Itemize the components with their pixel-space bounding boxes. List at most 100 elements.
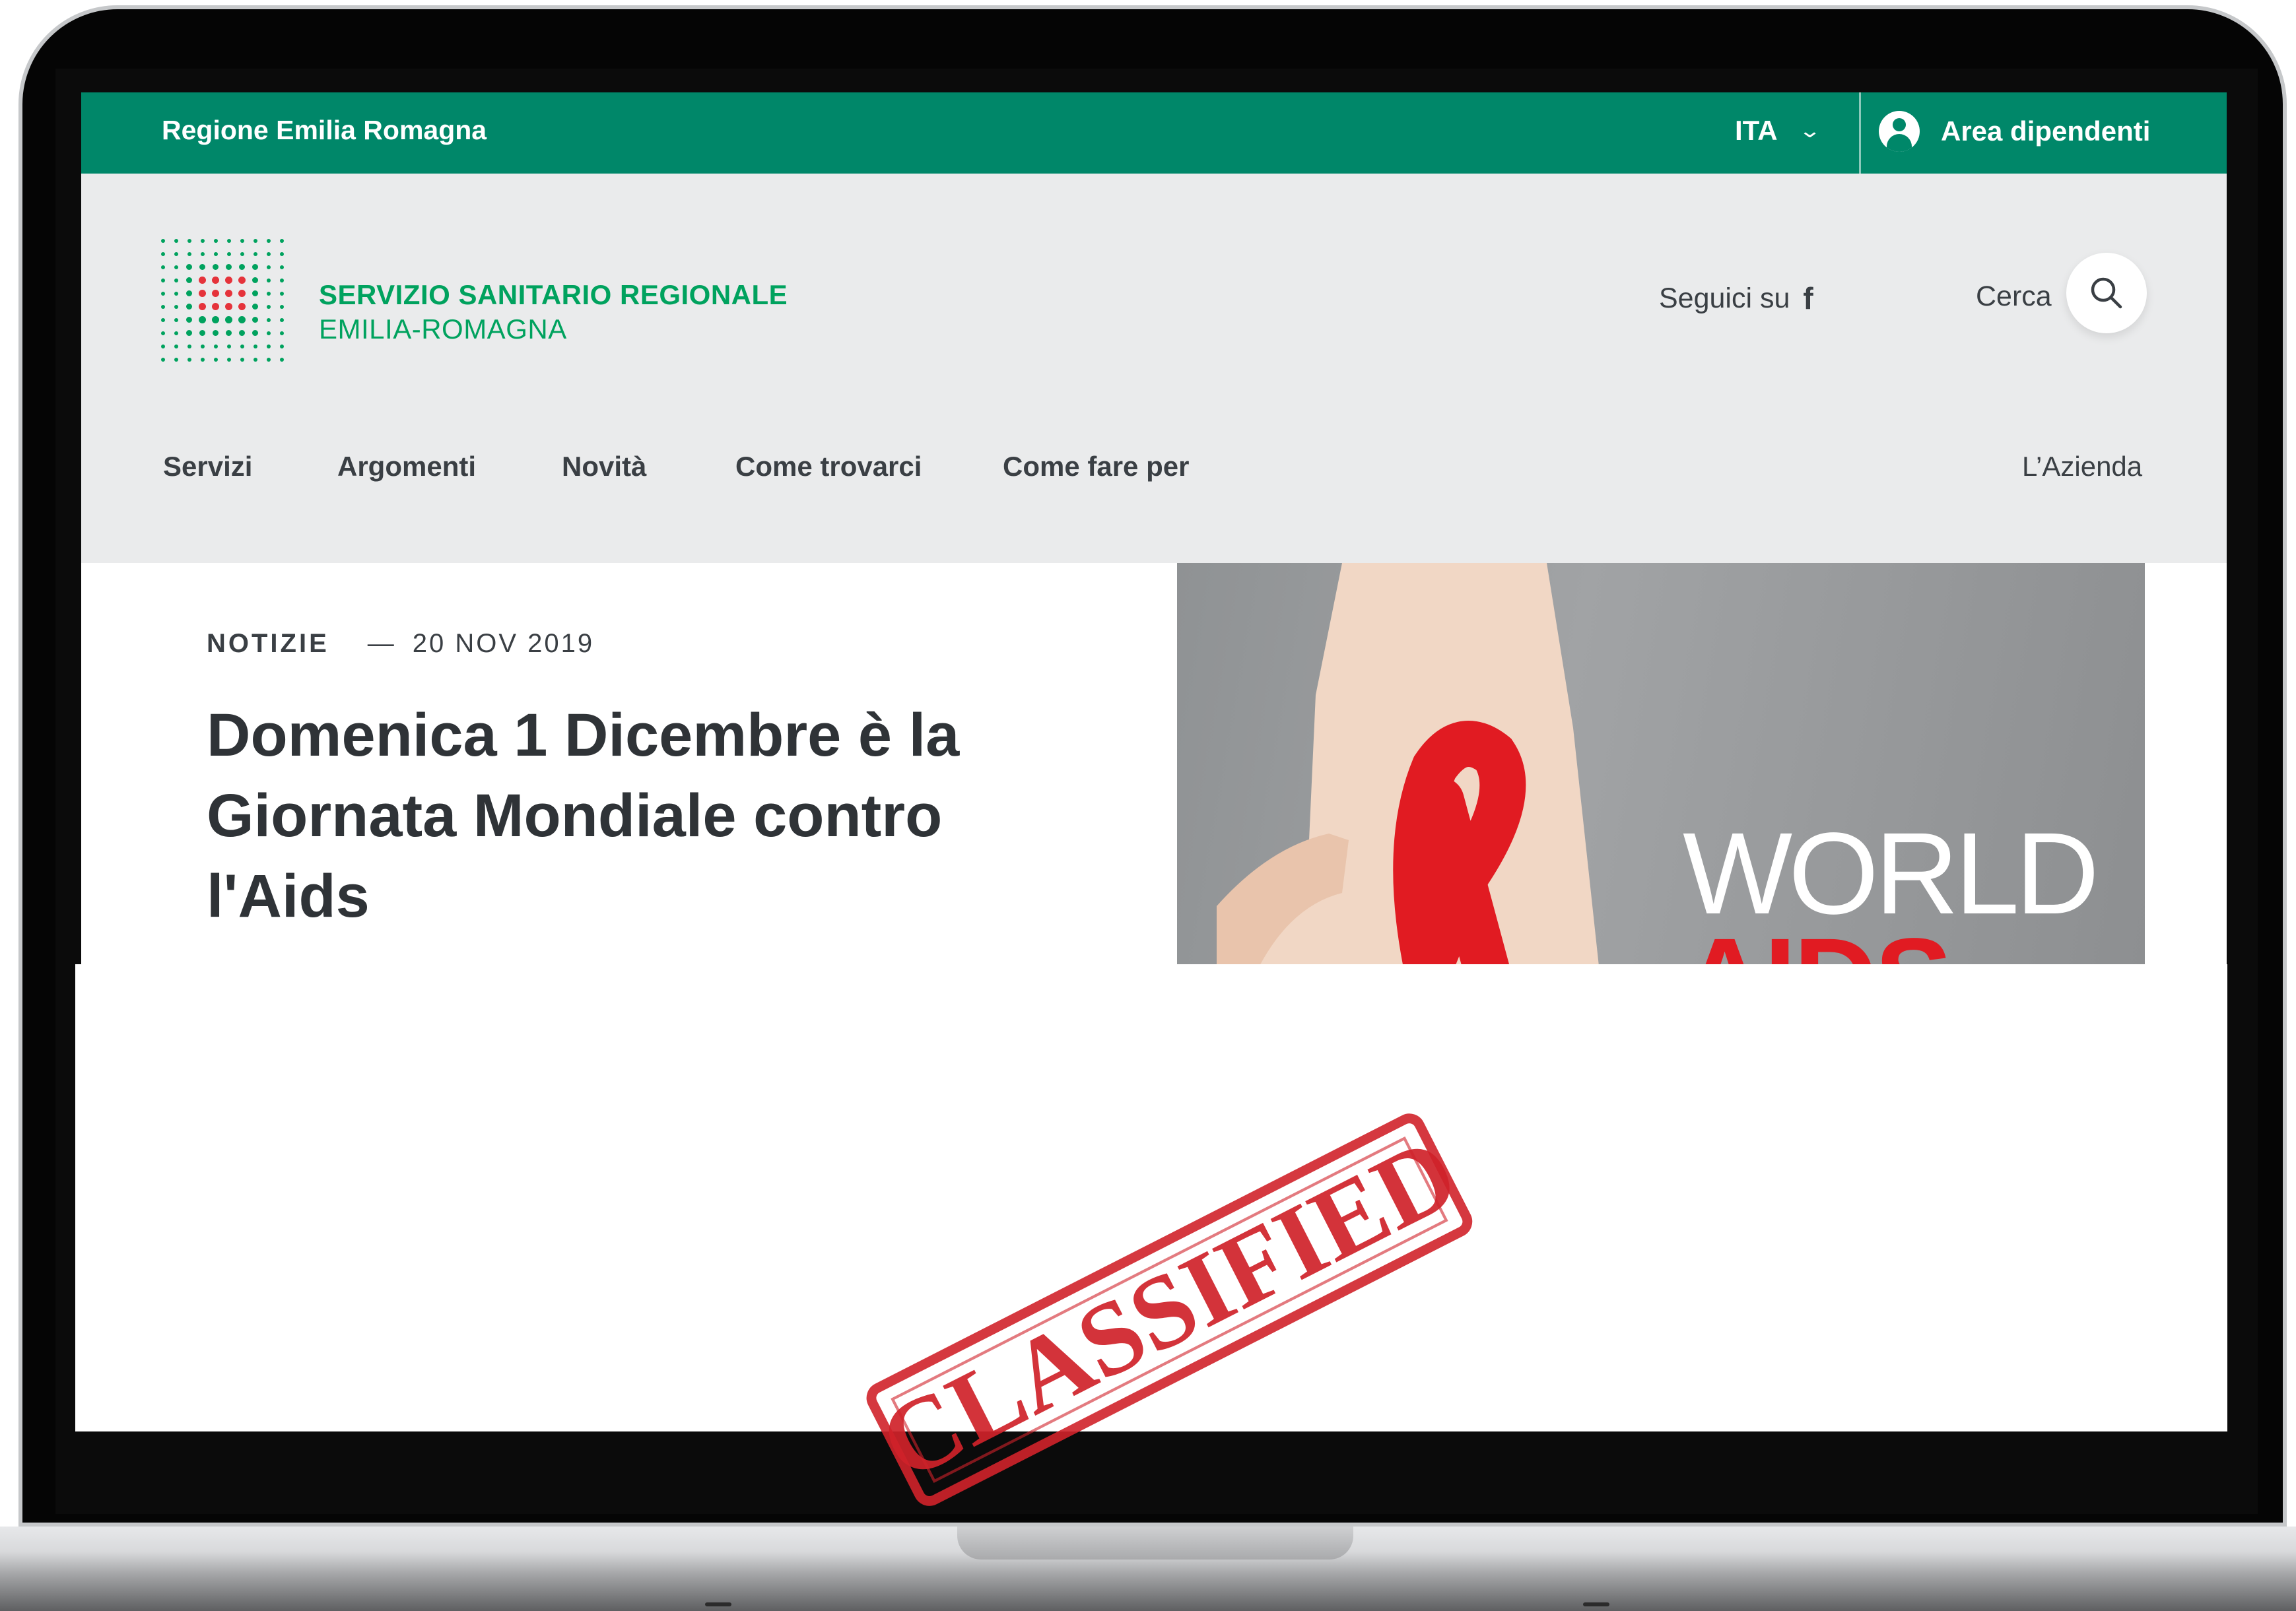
logo-dot [238,303,246,310]
logo-dot [266,317,271,322]
logo-dot [266,238,271,243]
area-dipendenti-label: Area dipendenti [1941,115,2151,147]
logo-dot [160,331,165,335]
logo-dot [225,290,232,297]
social-label: Seguici su [1659,282,1790,314]
logo-dot [174,278,178,282]
search-button[interactable] [2066,253,2147,333]
topbar-divider [1859,92,1861,174]
logo-dot [174,304,178,309]
nav-item-azienda[interactable]: L’Azienda [2022,451,2142,482]
logo-dot [199,316,206,323]
nav-item-servizi[interactable]: Servizi [163,451,252,482]
logo-dot [266,278,271,282]
nav-item-come-trovarci[interactable]: Come trovarci [735,451,922,482]
logo-dot [199,264,205,270]
logo-dot [174,291,178,296]
logo-title[interactable]: SERVIZIO SANITARIO REGIONALE [319,279,788,311]
logo-dot [279,238,284,243]
logo-dot [279,317,284,322]
region-link[interactable]: Regione Emilia Romagna [162,115,487,146]
language-selector[interactable]: ITA ⌄ [1735,115,1821,147]
logo-dot [213,264,219,270]
logo-dot [252,304,258,310]
logo-dot [226,251,231,256]
article-title[interactable]: Domenica 1 Dicembre è la Giornata Mondia… [207,695,1065,937]
logo-dot [225,303,232,310]
logo-dot [279,278,284,282]
nav-item-novita[interactable]: Novità [562,451,646,482]
logo-dot [187,251,191,256]
logo-dot [199,290,206,297]
logo-dot [225,277,232,284]
laptop-foot [1583,1602,1609,1606]
nav-item-argomenti[interactable]: Argomenti [337,451,476,482]
facebook-icon[interactable]: f [1803,280,1813,316]
logo-dot [174,344,178,348]
site-header: SERVIZIO SANITARIO REGIONALE EMILIA-ROMA… [81,174,2227,563]
logo-dot [253,238,257,243]
ssr-logo[interactable] [159,237,294,372]
logo-subtitle[interactable]: EMILIA-ROMAGNA [319,313,567,345]
logo-dot [160,238,165,243]
logo-dot [186,330,192,336]
logo-dot [238,290,246,297]
logo-dot [213,251,218,256]
logo-dot [186,277,192,283]
logo-dot [186,317,192,323]
logo-dot [199,330,205,336]
article-title-line: l'Aids [207,863,370,930]
logo-dot [252,264,258,270]
logo-dot [266,304,271,309]
logo-dot [213,238,218,243]
nav-item-come-fare-per[interactable]: Come fare per [1003,451,1189,482]
logo-dot [186,290,192,296]
logo-dot [266,331,271,335]
logo-dot [187,238,191,243]
logo-dot [186,264,192,270]
logo-dot [212,290,219,297]
logo-dot [279,331,284,335]
logo-dot [252,277,258,283]
logo-dot [279,344,284,348]
logo-dot [279,291,284,296]
logo-dot [240,344,244,348]
top-bar: Regione Emilia Romagna ITA ⌄ Area dipend… [81,92,2227,174]
article-hero-image[interactable]: WORLD AIDS DAY [1177,563,2145,964]
logo-dot [239,264,245,270]
logo-dot [240,238,244,243]
logo-dot [200,251,205,256]
logo-dot [253,357,257,362]
logo-dot [266,265,271,269]
logo-dot [212,303,219,310]
logo-dot [160,251,165,256]
logo-dot [240,251,244,256]
logo-dot [187,344,191,348]
logo-dot [279,265,284,269]
article-title-line: Domenica 1 Dicembre è la [207,702,960,769]
article-category[interactable]: NOTIZIE [207,629,329,659]
logo-dot [160,344,165,348]
laptop-notch [957,1527,1353,1560]
logo-dot [174,238,178,243]
logo-dot [266,357,271,362]
logo-dot [213,344,218,348]
logo-dot [199,277,206,284]
logo-dot [186,304,192,310]
logo-dot [200,344,205,348]
logo-dot [199,303,206,310]
logo-dot [226,238,231,243]
main-nav: Servizi Argomenti Novità Come trovarci C… [81,438,2227,504]
logo-dot [240,357,244,362]
logo-dot [160,278,165,282]
logo-dot [160,357,165,362]
logo-dot [174,357,178,362]
logo-dot [252,330,258,336]
logo-dot [266,251,271,256]
user-icon [1879,111,1920,152]
logo-dot [160,304,165,309]
logo-dot [212,277,219,284]
logo-dot [266,344,271,348]
logo-dot [226,357,231,362]
area-dipendenti-link[interactable]: Area dipendenti [1879,111,2150,152]
